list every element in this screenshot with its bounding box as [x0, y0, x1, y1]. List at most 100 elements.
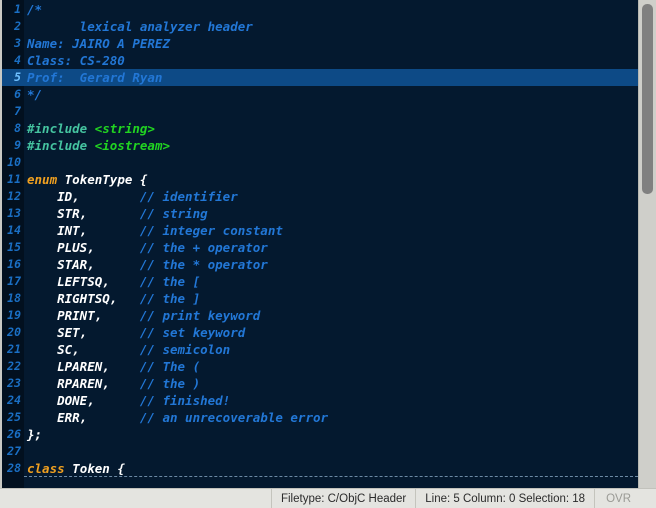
code-token-com: // the * operator — [139, 257, 268, 272]
line-number[interactable]: 7 — [2, 103, 24, 120]
status-filetype[interactable]: Filetype: C/ObjC Header — [270, 489, 415, 508]
code-line[interactable]: STR, // string — [24, 205, 638, 222]
code-token-id: SET, — [27, 325, 140, 340]
code-line[interactable]: Prof: Gerard Ryan — [24, 69, 638, 86]
line-number[interactable]: 12 — [2, 188, 24, 205]
line-number[interactable]: 18 — [2, 290, 24, 307]
code-token-com: // the [ — [139, 274, 201, 289]
code-token-com: // finished! — [139, 393, 231, 408]
code-token-com: // the ] — [139, 291, 201, 306]
code-line[interactable]: */ — [24, 86, 638, 103]
code-token-id: LPAREN, — [27, 359, 140, 374]
code-line[interactable]: lexical analyzer header — [24, 18, 638, 35]
code-token-id: LEFTSQ, — [27, 274, 140, 289]
code-token-com: // the ) — [139, 376, 201, 391]
vertical-scrollbar[interactable] — [638, 0, 656, 488]
code-token-id: PLUS, — [27, 240, 140, 255]
vertical-scrollbar-thumb[interactable] — [642, 4, 653, 194]
code-token-com: // The ( — [139, 359, 201, 374]
code-line[interactable]: RPAREN, // the ) — [24, 375, 638, 392]
line-number[interactable]: 20 — [2, 324, 24, 341]
line-number[interactable]: 4 — [2, 52, 24, 69]
code-line[interactable]: RIGHTSQ, // the ] — [24, 290, 638, 307]
line-number[interactable]: 9 — [2, 137, 24, 154]
line-number[interactable]: 11 — [2, 171, 24, 188]
code-token-id: SC, — [27, 342, 140, 357]
code-line[interactable]: SC, // semicolon — [24, 341, 638, 358]
code-token-id: Token { — [64, 461, 125, 476]
line-number[interactable]: 10 — [2, 154, 24, 171]
code-line[interactable]: #include <iostream> — [24, 137, 638, 154]
code-token-inc: <string> — [94, 121, 155, 136]
code-token-com: // print keyword — [139, 308, 261, 323]
code-line[interactable]: Name: JAIRO A PEREZ — [24, 35, 638, 52]
code-line[interactable] — [24, 154, 638, 171]
line-number[interactable]: 23 — [2, 375, 24, 392]
line-number-gutter[interactable]: 1 2 3 4 5 6 7 8 9 10 11 12 13 14 15 16 17 18 19 20 21 22 23 24 2… — [2, 0, 24, 488]
status-overwrite-mode[interactable]: OVR — [594, 489, 642, 508]
code-token-id: PRINT, — [27, 308, 140, 323]
code-token-com: // integer constant — [139, 223, 283, 238]
code-token-id: ID, — [27, 189, 140, 204]
code-line[interactable]: ERR, // an unrecoverable error — [24, 409, 638, 426]
code-token-id: ERR, — [27, 410, 140, 425]
line-number[interactable]: 15 — [2, 239, 24, 256]
code-token-com: // an unrecoverable error — [139, 410, 329, 425]
line-number[interactable]: 26 — [2, 426, 24, 443]
status-bar: Filetype: C/ObjC Header Line: 5 Column: … — [0, 488, 656, 508]
code-line[interactable]: LEFTSQ, // the [ — [24, 273, 638, 290]
code-token-pun: }; — [27, 427, 43, 442]
code-token-id: INT, — [27, 223, 140, 238]
line-number[interactable]: 6 — [2, 86, 24, 103]
code-token-kw: enum — [27, 172, 58, 187]
line-number[interactable]: 2 — [2, 18, 24, 35]
code-line[interactable]: /* — [24, 1, 638, 18]
code-editor[interactable]: 1 2 3 4 5 6 7 8 9 10 11 12 13 14 15 16 17 18 19 20 21 22 23 24 2… — [0, 0, 656, 488]
line-number[interactable]: 21 — [2, 341, 24, 358]
code-token-pre: #include — [27, 121, 95, 136]
code-line[interactable]: ID, // identifier — [24, 188, 638, 205]
status-cursor-position[interactable]: Line: 5 Column: 0 Selection: 18 — [415, 489, 594, 508]
line-number[interactable]: 19 — [2, 307, 24, 324]
code-token-com: */ — [27, 87, 43, 102]
code-token-id: RIGHTSQ, — [27, 291, 140, 306]
line-number[interactable]: 27 — [2, 443, 24, 460]
code-token-com: // identifier — [139, 189, 238, 204]
code-line[interactable]: #include <string> — [24, 120, 638, 137]
status-bar-right-pad — [642, 489, 656, 508]
code-line[interactable]: STAR, // the * operator — [24, 256, 638, 273]
line-number[interactable]: 17 — [2, 273, 24, 290]
code-line[interactable]: PLUS, // the + operator — [24, 239, 638, 256]
line-number[interactable]: 22 — [2, 358, 24, 375]
line-number[interactable]: 16 — [2, 256, 24, 273]
line-number[interactable]: 1 — [2, 1, 24, 18]
line-number[interactable]: 13 — [2, 205, 24, 222]
code-line[interactable]: enum TokenType { — [24, 171, 638, 188]
code-token-com: // string — [139, 206, 208, 221]
line-number[interactable]: 3 — [2, 35, 24, 52]
line-number[interactable]: 5 — [2, 69, 24, 86]
code-line[interactable] — [24, 103, 638, 120]
code-token-com: Prof: Gerard Ryan — [27, 70, 163, 85]
code-line[interactable]: INT, // integer constant — [24, 222, 638, 239]
code-token-id: TokenType { — [57, 172, 148, 187]
code-text-area[interactable]: /* lexical analyzer header Name: JAIRO A … — [24, 0, 638, 488]
code-line[interactable]: LPAREN, // The ( — [24, 358, 638, 375]
code-line[interactable]: }; — [24, 426, 638, 443]
code-token-com: lexical analyzer header — [27, 19, 253, 34]
code-line[interactable]: Class: CS-280 — [24, 52, 638, 69]
code-token-kw: class — [27, 461, 65, 476]
code-line[interactable]: PRINT, // print keyword — [24, 307, 638, 324]
line-number[interactable]: 8 — [2, 120, 24, 137]
code-scroll-area[interactable]: 1 2 3 4 5 6 7 8 9 10 11 12 13 14 15 16 17 18 19 20 21 22 23 24 2… — [2, 0, 638, 488]
line-number[interactable]: 24 — [2, 392, 24, 409]
code-line[interactable] — [24, 443, 638, 460]
code-token-pre: #include — [27, 138, 95, 153]
code-line[interactable]: SET, // set keyword — [24, 324, 638, 341]
line-number[interactable]: 25 — [2, 409, 24, 426]
line-number[interactable]: 14 — [2, 222, 24, 239]
code-token-id: STR, — [27, 206, 140, 221]
code-line[interactable]: class Token { — [24, 460, 638, 477]
line-number[interactable]: 28 — [2, 460, 24, 477]
code-line[interactable]: DONE, // finished! — [24, 392, 638, 409]
